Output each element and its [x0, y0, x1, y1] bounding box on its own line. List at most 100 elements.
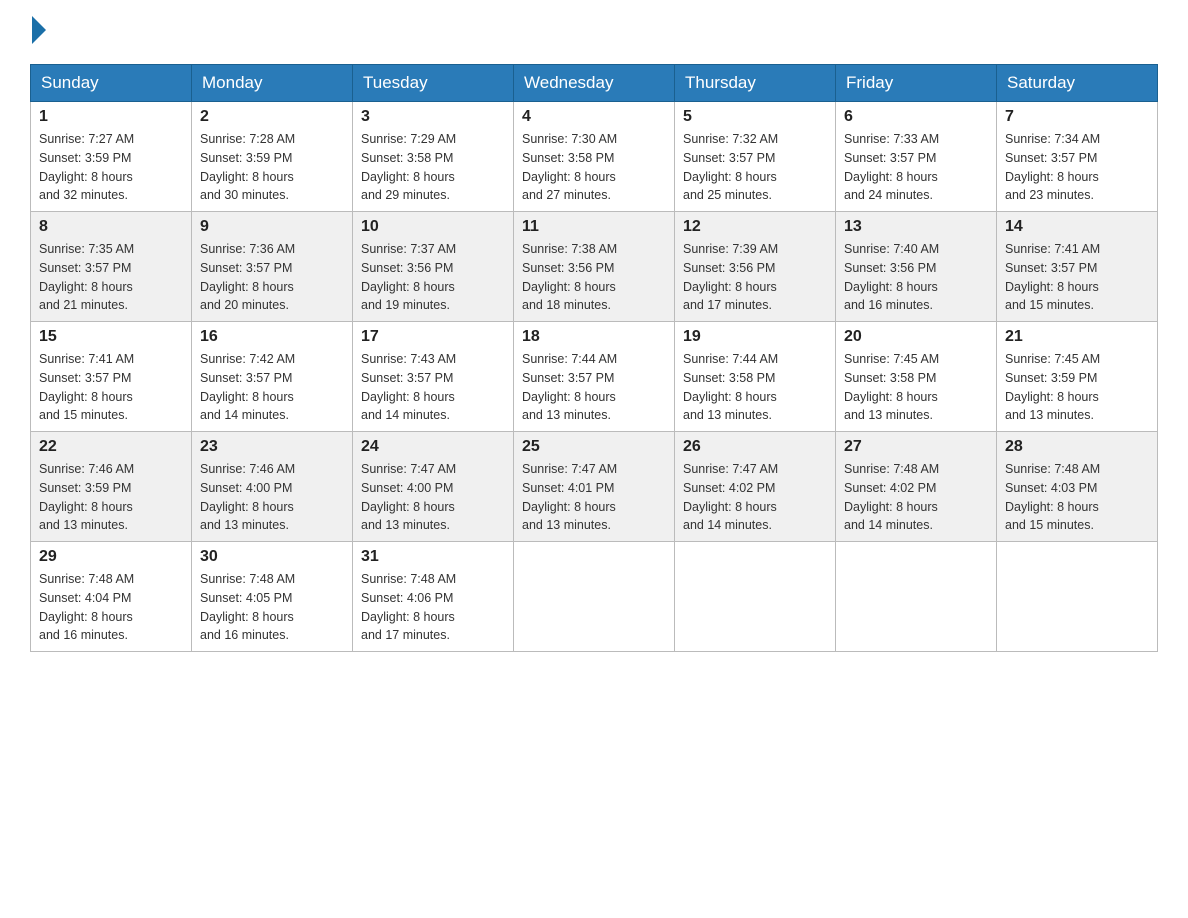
- day-info: Sunrise: 7:33 AMSunset: 3:57 PMDaylight:…: [844, 132, 939, 202]
- day-number: 31: [361, 548, 505, 566]
- day-number: 24: [361, 438, 505, 456]
- day-number: 2: [200, 108, 344, 126]
- day-info: Sunrise: 7:46 AMSunset: 4:00 PMDaylight:…: [200, 462, 295, 532]
- day-number: 25: [522, 438, 666, 456]
- calendar-cell: 2 Sunrise: 7:28 AMSunset: 3:59 PMDayligh…: [192, 102, 353, 212]
- day-number: 14: [1005, 218, 1149, 236]
- calendar-cell: [675, 542, 836, 652]
- logo: [30, 20, 46, 44]
- day-info: Sunrise: 7:45 AMSunset: 3:59 PMDaylight:…: [1005, 352, 1100, 422]
- calendar-header-friday: Friday: [836, 65, 997, 102]
- day-number: 13: [844, 218, 988, 236]
- calendar-week-row: 8 Sunrise: 7:35 AMSunset: 3:57 PMDayligh…: [31, 212, 1158, 322]
- day-number: 18: [522, 328, 666, 346]
- calendar-cell: 18 Sunrise: 7:44 AMSunset: 3:57 PMDaylig…: [514, 322, 675, 432]
- calendar-table: SundayMondayTuesdayWednesdayThursdayFrid…: [30, 64, 1158, 652]
- day-number: 27: [844, 438, 988, 456]
- calendar-cell: 7 Sunrise: 7:34 AMSunset: 3:57 PMDayligh…: [997, 102, 1158, 212]
- calendar-cell: 8 Sunrise: 7:35 AMSunset: 3:57 PMDayligh…: [31, 212, 192, 322]
- day-info: Sunrise: 7:48 AMSunset: 4:04 PMDaylight:…: [39, 572, 134, 642]
- day-info: Sunrise: 7:35 AMSunset: 3:57 PMDaylight:…: [39, 242, 134, 312]
- calendar-week-row: 29 Sunrise: 7:48 AMSunset: 4:04 PMDaylig…: [31, 542, 1158, 652]
- calendar-week-row: 22 Sunrise: 7:46 AMSunset: 3:59 PMDaylig…: [31, 432, 1158, 542]
- day-info: Sunrise: 7:42 AMSunset: 3:57 PMDaylight:…: [200, 352, 295, 422]
- day-number: 23: [200, 438, 344, 456]
- calendar-cell: 30 Sunrise: 7:48 AMSunset: 4:05 PMDaylig…: [192, 542, 353, 652]
- calendar-cell: 17 Sunrise: 7:43 AMSunset: 3:57 PMDaylig…: [353, 322, 514, 432]
- calendar-cell: 21 Sunrise: 7:45 AMSunset: 3:59 PMDaylig…: [997, 322, 1158, 432]
- calendar-header-row: SundayMondayTuesdayWednesdayThursdayFrid…: [31, 65, 1158, 102]
- calendar-cell: 20 Sunrise: 7:45 AMSunset: 3:58 PMDaylig…: [836, 322, 997, 432]
- calendar-week-row: 1 Sunrise: 7:27 AMSunset: 3:59 PMDayligh…: [31, 102, 1158, 212]
- day-info: Sunrise: 7:48 AMSunset: 4:06 PMDaylight:…: [361, 572, 456, 642]
- day-info: Sunrise: 7:37 AMSunset: 3:56 PMDaylight:…: [361, 242, 456, 312]
- day-number: 7: [1005, 108, 1149, 126]
- day-info: Sunrise: 7:43 AMSunset: 3:57 PMDaylight:…: [361, 352, 456, 422]
- day-info: Sunrise: 7:46 AMSunset: 3:59 PMDaylight:…: [39, 462, 134, 532]
- day-info: Sunrise: 7:30 AMSunset: 3:58 PMDaylight:…: [522, 132, 617, 202]
- day-number: 8: [39, 218, 183, 236]
- day-number: 6: [844, 108, 988, 126]
- day-info: Sunrise: 7:39 AMSunset: 3:56 PMDaylight:…: [683, 242, 778, 312]
- day-number: 16: [200, 328, 344, 346]
- calendar-cell: 10 Sunrise: 7:37 AMSunset: 3:56 PMDaylig…: [353, 212, 514, 322]
- day-info: Sunrise: 7:36 AMSunset: 3:57 PMDaylight:…: [200, 242, 295, 312]
- day-number: 19: [683, 328, 827, 346]
- day-number: 21: [1005, 328, 1149, 346]
- calendar-cell: 24 Sunrise: 7:47 AMSunset: 4:00 PMDaylig…: [353, 432, 514, 542]
- calendar-cell: 11 Sunrise: 7:38 AMSunset: 3:56 PMDaylig…: [514, 212, 675, 322]
- day-number: 22: [39, 438, 183, 456]
- calendar-header-thursday: Thursday: [675, 65, 836, 102]
- calendar-week-row: 15 Sunrise: 7:41 AMSunset: 3:57 PMDaylig…: [31, 322, 1158, 432]
- day-number: 9: [200, 218, 344, 236]
- day-number: 28: [1005, 438, 1149, 456]
- day-number: 30: [200, 548, 344, 566]
- calendar-header-tuesday: Tuesday: [353, 65, 514, 102]
- day-info: Sunrise: 7:45 AMSunset: 3:58 PMDaylight:…: [844, 352, 939, 422]
- day-number: 20: [844, 328, 988, 346]
- calendar-cell: 16 Sunrise: 7:42 AMSunset: 3:57 PMDaylig…: [192, 322, 353, 432]
- calendar-cell: 6 Sunrise: 7:33 AMSunset: 3:57 PMDayligh…: [836, 102, 997, 212]
- day-info: Sunrise: 7:48 AMSunset: 4:05 PMDaylight:…: [200, 572, 295, 642]
- day-info: Sunrise: 7:47 AMSunset: 4:02 PMDaylight:…: [683, 462, 778, 532]
- day-number: 17: [361, 328, 505, 346]
- calendar-cell: 12 Sunrise: 7:39 AMSunset: 3:56 PMDaylig…: [675, 212, 836, 322]
- day-number: 3: [361, 108, 505, 126]
- day-info: Sunrise: 7:44 AMSunset: 3:57 PMDaylight:…: [522, 352, 617, 422]
- day-number: 1: [39, 108, 183, 126]
- calendar-cell: 13 Sunrise: 7:40 AMSunset: 3:56 PMDaylig…: [836, 212, 997, 322]
- day-info: Sunrise: 7:41 AMSunset: 3:57 PMDaylight:…: [1005, 242, 1100, 312]
- calendar-cell: 31 Sunrise: 7:48 AMSunset: 4:06 PMDaylig…: [353, 542, 514, 652]
- day-number: 12: [683, 218, 827, 236]
- day-info: Sunrise: 7:48 AMSunset: 4:03 PMDaylight:…: [1005, 462, 1100, 532]
- day-info: Sunrise: 7:48 AMSunset: 4:02 PMDaylight:…: [844, 462, 939, 532]
- day-info: Sunrise: 7:41 AMSunset: 3:57 PMDaylight:…: [39, 352, 134, 422]
- day-info: Sunrise: 7:47 AMSunset: 4:01 PMDaylight:…: [522, 462, 617, 532]
- calendar-header-saturday: Saturday: [997, 65, 1158, 102]
- calendar-cell: 28 Sunrise: 7:48 AMSunset: 4:03 PMDaylig…: [997, 432, 1158, 542]
- calendar-cell: 22 Sunrise: 7:46 AMSunset: 3:59 PMDaylig…: [31, 432, 192, 542]
- day-info: Sunrise: 7:28 AMSunset: 3:59 PMDaylight:…: [200, 132, 295, 202]
- calendar-cell: [514, 542, 675, 652]
- logo-arrow-icon: [32, 16, 46, 44]
- day-info: Sunrise: 7:44 AMSunset: 3:58 PMDaylight:…: [683, 352, 778, 422]
- day-number: 26: [683, 438, 827, 456]
- calendar-cell: 29 Sunrise: 7:48 AMSunset: 4:04 PMDaylig…: [31, 542, 192, 652]
- page-header: [30, 20, 1158, 44]
- calendar-cell: 1 Sunrise: 7:27 AMSunset: 3:59 PMDayligh…: [31, 102, 192, 212]
- calendar-cell: 3 Sunrise: 7:29 AMSunset: 3:58 PMDayligh…: [353, 102, 514, 212]
- calendar-header-monday: Monday: [192, 65, 353, 102]
- calendar-cell: [997, 542, 1158, 652]
- day-number: 15: [39, 328, 183, 346]
- calendar-cell: 25 Sunrise: 7:47 AMSunset: 4:01 PMDaylig…: [514, 432, 675, 542]
- day-info: Sunrise: 7:29 AMSunset: 3:58 PMDaylight:…: [361, 132, 456, 202]
- day-number: 29: [39, 548, 183, 566]
- calendar-cell: [836, 542, 997, 652]
- calendar-cell: 27 Sunrise: 7:48 AMSunset: 4:02 PMDaylig…: [836, 432, 997, 542]
- day-info: Sunrise: 7:32 AMSunset: 3:57 PMDaylight:…: [683, 132, 778, 202]
- day-info: Sunrise: 7:38 AMSunset: 3:56 PMDaylight:…: [522, 242, 617, 312]
- day-number: 11: [522, 218, 666, 236]
- calendar-cell: 19 Sunrise: 7:44 AMSunset: 3:58 PMDaylig…: [675, 322, 836, 432]
- calendar-cell: 26 Sunrise: 7:47 AMSunset: 4:02 PMDaylig…: [675, 432, 836, 542]
- calendar-cell: 9 Sunrise: 7:36 AMSunset: 3:57 PMDayligh…: [192, 212, 353, 322]
